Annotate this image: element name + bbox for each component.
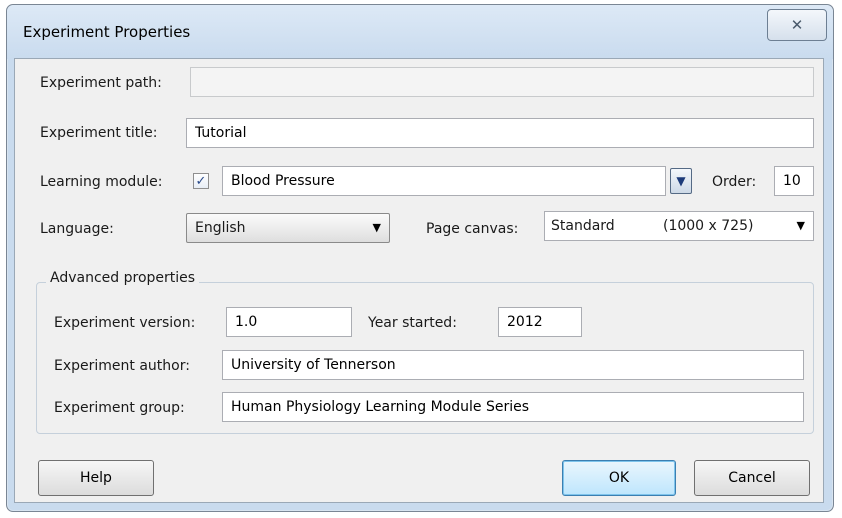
advanced-properties-caption: Advanced properties	[46, 270, 200, 286]
chevron-down-icon: ▼	[676, 174, 686, 188]
experiment-path-label: Experiment path:	[40, 75, 162, 91]
order-field[interactable]	[774, 166, 814, 196]
year-started-field[interactable]	[498, 307, 582, 337]
order-label: Order:	[712, 174, 757, 190]
language-label: Language:	[40, 221, 114, 237]
experiment-path-field[interactable]	[190, 67, 814, 97]
dialog-title: Experiment Properties	[23, 23, 191, 41]
close-icon: ✕	[790, 16, 804, 34]
language-value: English	[195, 220, 246, 236]
experiment-title-label: Experiment title:	[40, 125, 158, 141]
learning-module-label: Learning module:	[40, 174, 163, 190]
experiment-version-field[interactable]	[226, 307, 352, 337]
learning-module-checkbox[interactable]: ✓	[193, 173, 209, 189]
experiment-author-field[interactable]	[222, 350, 804, 380]
learning-module-field[interactable]	[222, 166, 666, 196]
ok-button[interactable]: OK	[562, 460, 676, 496]
page-canvas-size: (1000 x 725)	[663, 218, 754, 234]
year-started-label: Year started:	[368, 315, 457, 331]
chevron-down-icon: ▼	[372, 221, 381, 234]
help-button[interactable]: Help	[38, 460, 154, 496]
check-icon: ✓	[195, 173, 207, 189]
title-bar: Experiment Properties ✕	[7, 5, 833, 59]
experiment-title-field[interactable]	[186, 118, 814, 148]
page-canvas-name: Standard	[551, 218, 615, 234]
page-canvas-label: Page canvas:	[426, 221, 519, 237]
cancel-button[interactable]: Cancel	[694, 460, 810, 496]
experiment-group-field[interactable]	[222, 392, 804, 422]
page-canvas-select[interactable]: Standard (1000 x 725) ▼	[544, 211, 814, 241]
language-select[interactable]: English ▼	[186, 213, 390, 243]
experiment-version-label: Experiment version:	[54, 315, 196, 331]
close-button[interactable]: ✕	[767, 9, 827, 41]
learning-module-dropdown-button[interactable]: ▼	[670, 168, 692, 194]
experiment-group-label: Experiment group:	[54, 400, 185, 416]
chevron-down-icon: ▼	[796, 219, 805, 232]
experiment-author-label: Experiment author:	[54, 358, 190, 374]
